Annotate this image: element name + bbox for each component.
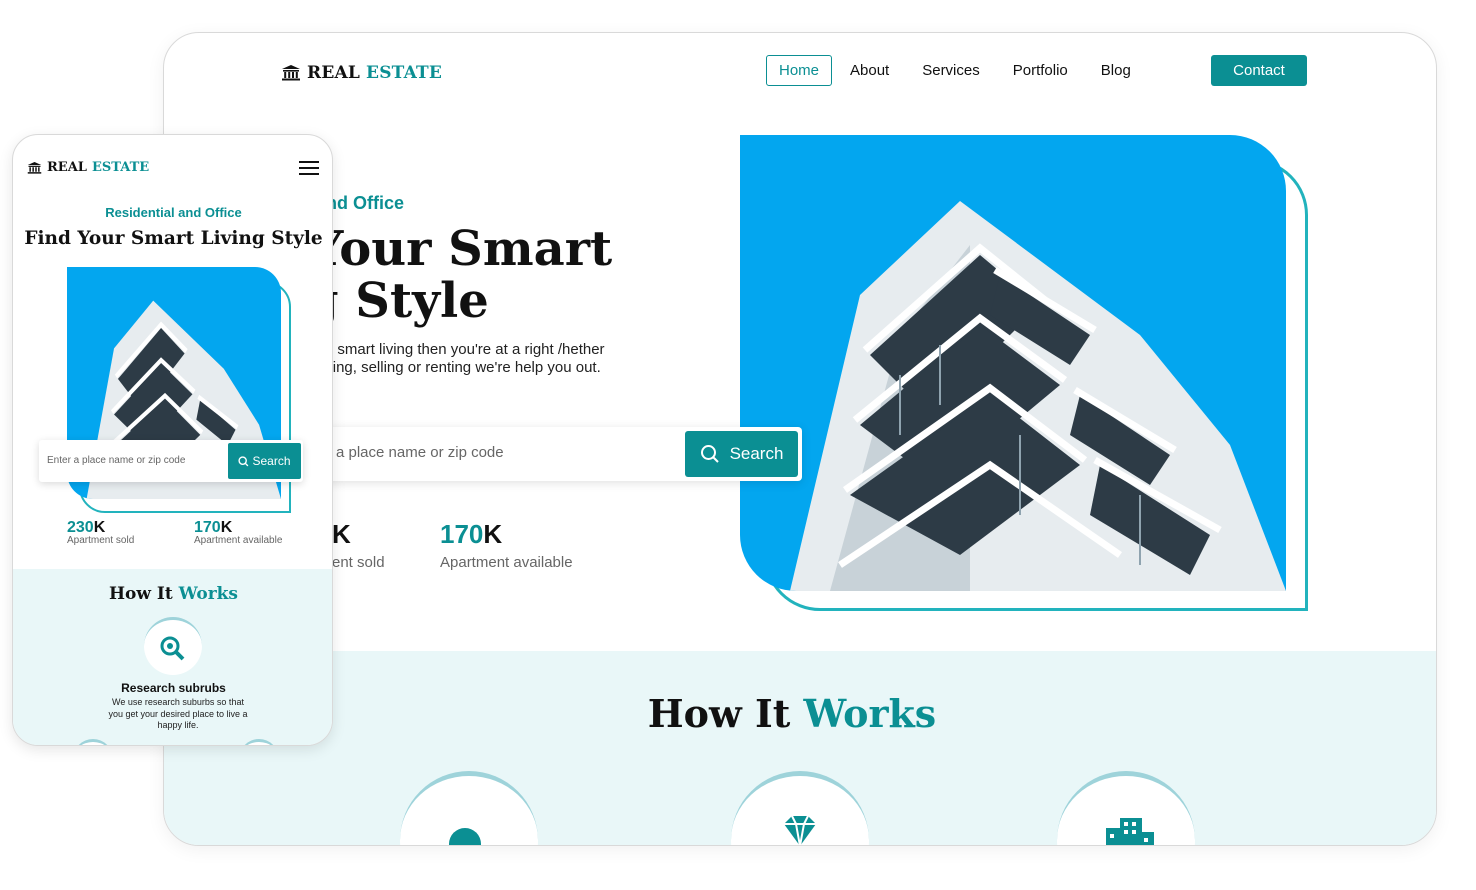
brand-logo[interactable]: REAL ESTATE [281,63,442,83]
mobile-mockup: REAL ESTATE Residential and Office Find … [12,134,333,746]
mobile-stat-available-suffix: K [220,519,233,536]
nav-home[interactable]: Home [766,55,833,86]
search-button[interactable]: Search [685,431,798,477]
mobile-stat-available: 170K Apartment available [194,520,282,546]
mobile-hero-tagline: Residential and Office [105,205,242,220]
stat-sold-label: ent sold [332,554,385,571]
search-icon [700,445,719,463]
brand-name-part2: ESTATE [366,63,443,83]
mobile-how-part2: Works [178,584,239,604]
building-illustration [790,201,1286,591]
hamburger-menu-icon[interactable] [299,161,319,175]
contact-button[interactable]: Contact [1211,55,1307,86]
stat-sold-value: K [332,519,351,549]
nav-blog[interactable]: Blog [1101,62,1131,79]
desktop-mockup: REAL ESTATE Home About Services Portfoli… [163,32,1437,846]
nav-about[interactable]: About [850,62,889,79]
mobile-step-research-circle [144,617,202,675]
mobile-stat-sold-label: Apartment sold [67,535,135,546]
mobile-stat-available-value: 170 [194,519,221,536]
hero-search-bar: a place name or zip code Search [274,427,802,481]
search-input[interactable]: a place name or zip code [336,444,504,461]
bank-icon [27,161,42,174]
stat-sold: K ent sold [332,519,385,571]
mobile-stat-sold-value: 230 [67,519,94,536]
search-icon [238,455,249,466]
how-title-part1: How It [647,691,804,736]
hero-building-image [740,135,1286,591]
brand-name-part1: REAL [307,63,361,83]
stat-available-suffix: K [483,519,503,549]
building-icon [1106,818,1154,845]
stat-available-value: 170 [440,519,484,549]
stat-available: 170K Apartment available [440,519,573,571]
nav-services[interactable]: Services [922,62,980,79]
mobile-brand-part1: REAL [47,160,87,175]
main-nav: Home About Services Portfolio Blog [766,55,1164,86]
bank-icon [282,65,300,81]
mobile-step-research-title: Research subrubs [121,681,226,695]
mobile-search-bar: Enter a place name or zip code Search [39,440,303,482]
mobile-stat-sold-suffix: K [93,519,106,536]
search-zoom-icon [449,828,481,845]
mobile-step-research-desc: We use research suburbs so that you get … [108,697,248,730]
stat-available-label: Apartment available [440,554,573,571]
showcase: REAL ESTATE Home About Services Portfoli… [0,0,1476,890]
diamond-icon [784,815,816,845]
mobile-search-button-label: Search [252,454,291,468]
mobile-hero-title: Find Your Smart Living Style [24,228,323,249]
mobile-stat-available-label: Apartment available [194,535,283,546]
how-it-works-title: How It Works [164,691,1420,736]
mobile-how-part1: How It [108,584,179,604]
search-button-label: Search [729,444,784,463]
mobile-search-input[interactable]: Enter a place name or zip code [47,455,185,466]
mobile-search-button[interactable]: Search [228,443,301,479]
mobile-brand-logo[interactable]: REAL ESTATE [27,160,149,175]
search-zoom-icon [160,636,185,661]
mobile-how-title: How It Works [13,584,332,604]
how-title-part2: Works [803,691,937,736]
mobile-brand-part2: ESTATE [91,160,150,175]
mobile-stat-sold: 230K Apartment sold [67,520,134,546]
nav-portfolio[interactable]: Portfolio [1013,62,1068,79]
